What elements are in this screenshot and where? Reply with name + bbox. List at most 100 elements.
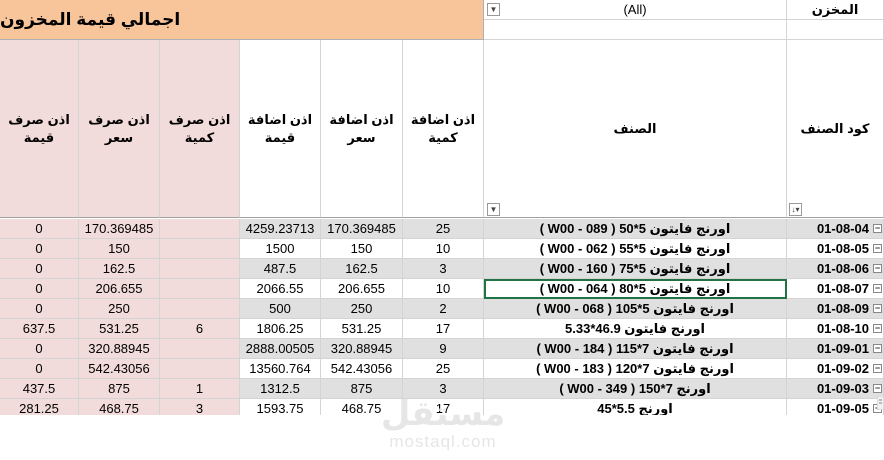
cell-out-value[interactable]: 0 bbox=[0, 299, 79, 319]
cell-out-price[interactable]: 206.655 bbox=[79, 279, 160, 299]
collapse-minus-icon[interactable]: − bbox=[873, 224, 882, 233]
cell-out-qty[interactable] bbox=[160, 339, 240, 359]
filter-value: (All) bbox=[623, 2, 647, 17]
sort-filter-icon[interactable]: ↓▾ bbox=[789, 203, 802, 216]
cell-out-price[interactable]: 162.5 bbox=[79, 259, 160, 279]
cell-add-price[interactable]: 170.369485 bbox=[321, 219, 403, 239]
cell-item[interactable]: اورنج فايتون 5*105 ( W00 - 068 ) bbox=[484, 299, 787, 319]
scroll-handle-icon[interactable] bbox=[877, 396, 884, 410]
cell-item[interactable]: اورنج فايتون 7*115 ( W00 - 184 ) bbox=[484, 339, 787, 359]
cell-out-qty[interactable] bbox=[160, 299, 240, 319]
cell-out-price[interactable]: 531.25 bbox=[79, 319, 160, 339]
collapse-minus-icon[interactable]: − bbox=[873, 384, 882, 393]
collapse-minus-icon[interactable]: − bbox=[873, 264, 882, 273]
watermark-arabic: مستقل bbox=[380, 394, 506, 434]
cell-add-price[interactable]: 250 bbox=[321, 299, 403, 319]
cell-item[interactable]: اورنج 7*150 ( W00 - 349 ) bbox=[484, 379, 787, 399]
cell-out-price[interactable]: 320.88945 bbox=[79, 339, 160, 359]
collapse-minus-icon[interactable]: − bbox=[873, 284, 882, 293]
filter-value-cell[interactable]: (All) bbox=[484, 0, 787, 20]
cell-item[interactable]: اورنج فايتون 7*120 ( W00 - 183 ) bbox=[484, 359, 787, 379]
cell-item[interactable]: اورنج فايتون 46.9*5.33 bbox=[484, 319, 787, 339]
column-header-out-qty: اذن صرف كمية bbox=[160, 40, 240, 218]
cell-add-qty[interactable]: 10 bbox=[403, 279, 484, 299]
cell-add-qty[interactable]: 9 bbox=[403, 339, 484, 359]
cell-add-price[interactable]: 206.655 bbox=[321, 279, 403, 299]
cell-item[interactable]: اورنج فايتون 5*80 ( W00 - 064 ) bbox=[484, 279, 787, 299]
cell-out-value[interactable]: 437.5 bbox=[0, 379, 79, 399]
watermark-logo: مستقل mostaql.com bbox=[378, 396, 508, 458]
cell-add-qty[interactable]: 10 bbox=[403, 239, 484, 259]
cell-add-price[interactable]: 320.88945 bbox=[321, 339, 403, 359]
cell-item[interactable]: اورنج فايتون 5*75 ( W00 - 160 ) bbox=[484, 259, 787, 279]
cell-add-qty[interactable]: 25 bbox=[403, 359, 484, 379]
item-code: 01-09-03 bbox=[816, 381, 869, 396]
cell-code[interactable]: 01-09-05− bbox=[787, 399, 884, 415]
cell-out-qty[interactable]: 3 bbox=[160, 399, 240, 415]
cell-out-value[interactable]: 0 bbox=[0, 259, 79, 279]
cell-out-value[interactable]: 0 bbox=[0, 219, 79, 239]
cell-out-qty[interactable] bbox=[160, 359, 240, 379]
empty-cell bbox=[484, 20, 787, 40]
collapse-minus-icon[interactable]: − bbox=[873, 344, 882, 353]
cell-add-price[interactable]: 162.5 bbox=[321, 259, 403, 279]
cell-code[interactable]: 01-08-05− bbox=[787, 239, 884, 259]
cell-code[interactable]: 01-08-06− bbox=[787, 259, 884, 279]
cell-out-qty[interactable] bbox=[160, 219, 240, 239]
cell-out-price[interactable]: 150 bbox=[79, 239, 160, 259]
cell-item[interactable]: اورنج فايتون 5*50 ( W00 - 089 ) bbox=[484, 219, 787, 239]
cell-out-price[interactable]: 250 bbox=[79, 299, 160, 319]
collapse-minus-icon[interactable]: − bbox=[873, 304, 882, 313]
cell-out-qty[interactable] bbox=[160, 259, 240, 279]
cell-code[interactable]: 01-08-04− bbox=[787, 219, 884, 239]
item-code: 01-08-05 bbox=[816, 241, 869, 256]
dropdown-arrow-icon[interactable]: ▼ bbox=[487, 3, 500, 16]
cell-out-value[interactable]: 281.25 bbox=[0, 399, 79, 415]
cell-add-price[interactable]: 542.43056 bbox=[321, 359, 403, 379]
cell-out-price[interactable]: 542.43056 bbox=[79, 359, 160, 379]
cell-code[interactable]: 01-09-01− bbox=[787, 339, 884, 359]
cell-add-qty[interactable]: 25 bbox=[403, 219, 484, 239]
cell-out-value[interactable]: 0 bbox=[0, 359, 79, 379]
cell-code[interactable]: 01-08-10− bbox=[787, 319, 884, 339]
cell-code[interactable]: 01-08-09− bbox=[787, 299, 884, 319]
cell-out-qty[interactable]: 6 bbox=[160, 319, 240, 339]
cell-add-value[interactable]: 2066.55 bbox=[240, 279, 321, 299]
cell-add-value[interactable]: 500 bbox=[240, 299, 321, 319]
cell-code[interactable]: 01-08-07− bbox=[787, 279, 884, 299]
cell-add-value[interactable]: 1806.25 bbox=[240, 319, 321, 339]
cell-out-qty[interactable] bbox=[160, 239, 240, 259]
cell-add-value[interactable]: 1500 bbox=[240, 239, 321, 259]
cell-add-value[interactable]: 1593.75 bbox=[240, 399, 321, 415]
cell-add-value[interactable]: 487.5 bbox=[240, 259, 321, 279]
cell-add-qty[interactable]: 3 bbox=[403, 259, 484, 279]
cell-out-value[interactable]: 637.5 bbox=[0, 319, 79, 339]
cell-out-price[interactable]: 468.75 bbox=[79, 399, 160, 415]
cell-add-price[interactable]: 150 bbox=[321, 239, 403, 259]
cell-out-qty[interactable] bbox=[160, 279, 240, 299]
cell-add-qty[interactable]: 2 bbox=[403, 299, 484, 319]
cell-out-value[interactable]: 0 bbox=[0, 279, 79, 299]
column-header-out-value: اذن صرف قيمة bbox=[0, 40, 79, 218]
cell-out-price[interactable]: 875 bbox=[79, 379, 160, 399]
cell-out-value[interactable]: 0 bbox=[0, 239, 79, 259]
collapse-minus-icon[interactable]: − bbox=[873, 364, 882, 373]
cell-item[interactable]: اورنج فايتون 5*55 ( W00 - 062 ) bbox=[484, 239, 787, 259]
cell-out-qty[interactable]: 1 bbox=[160, 379, 240, 399]
item-code: 01-09-05 bbox=[816, 401, 869, 415]
cell-item[interactable]: اورنج 5.5*45 bbox=[484, 399, 787, 415]
cell-add-value[interactable]: 4259.23713 bbox=[240, 219, 321, 239]
collapse-minus-icon[interactable]: − bbox=[873, 244, 882, 253]
cell-add-qty[interactable]: 17 bbox=[403, 319, 484, 339]
collapse-minus-icon[interactable]: − bbox=[873, 324, 882, 333]
cell-add-value[interactable]: 2888.00505 bbox=[240, 339, 321, 359]
cell-code[interactable]: 01-09-03− bbox=[787, 379, 884, 399]
cell-add-price[interactable]: 531.25 bbox=[321, 319, 403, 339]
cell-out-value[interactable]: 0 bbox=[0, 339, 79, 359]
cell-add-value[interactable]: 13560.764 bbox=[240, 359, 321, 379]
cell-out-price[interactable]: 170.369485 bbox=[79, 219, 160, 239]
column-header-item: الصنف bbox=[484, 40, 787, 218]
cell-code[interactable]: 01-09-02− bbox=[787, 359, 884, 379]
item-filter-dropdown-icon[interactable]: ▼ bbox=[487, 203, 500, 216]
cell-add-value[interactable]: 1312.5 bbox=[240, 379, 321, 399]
